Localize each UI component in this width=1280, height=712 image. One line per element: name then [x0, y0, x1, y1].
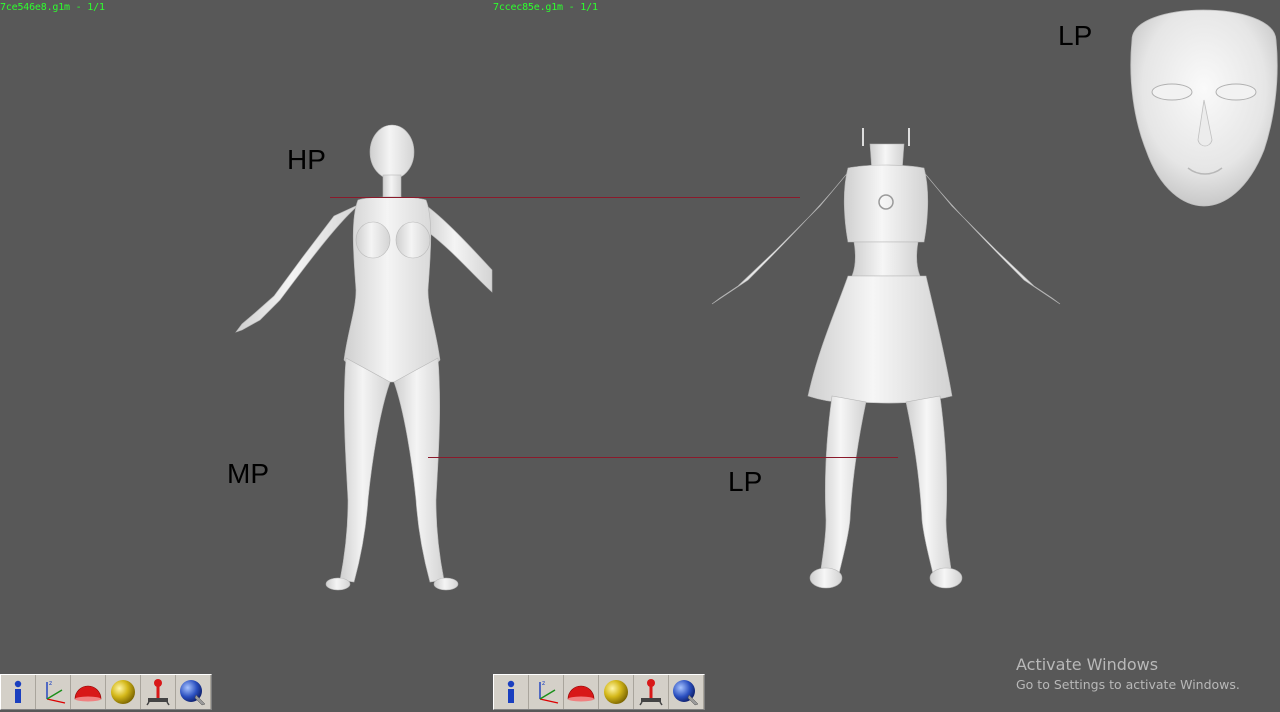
svg-text:z: z [542, 680, 545, 687]
body-model-left[interactable] [230, 120, 500, 600]
sphere-icon [604, 680, 628, 704]
windows-activation-watermark: Activate Windows Go to Settings to activ… [1016, 655, 1240, 695]
knee-guide-line [428, 457, 898, 458]
viewport-right-label: 7ccec85e.g1m - 1/1 [493, 2, 598, 13]
axes-icon: z [539, 680, 559, 704]
hemisphere-button[interactable] [564, 675, 599, 709]
sphere-button[interactable] [599, 675, 634, 709]
joystick-icon [639, 679, 663, 706]
outfit-model-right[interactable] [708, 120, 1068, 600]
mp-label: MP [227, 458, 269, 489]
viewport-right-toolbar: z [493, 674, 705, 710]
rotate-globe-icon [180, 680, 206, 706]
lp-label-top: LP [1058, 20, 1093, 51]
info-button[interactable] [494, 675, 529, 709]
hp-label: HP [287, 144, 326, 175]
info-button[interactable] [1, 675, 36, 709]
rotate-button[interactable] [176, 675, 211, 709]
neck-guide-line [330, 197, 800, 198]
axes-icon: z [46, 680, 66, 704]
viewport-left-label: 7ce546e8.g1m - 1/1 [0, 2, 105, 13]
hemisphere-icon [74, 685, 102, 702]
hemisphere-icon [567, 685, 595, 702]
axes-button[interactable]: z [529, 675, 564, 709]
joystick-button[interactable] [634, 675, 669, 709]
viewport-left-toolbar: z [0, 674, 212, 710]
joystick-icon [146, 679, 170, 706]
info-icon [507, 680, 515, 703]
watermark-subtitle: Go to Settings to activate Windows. [1016, 677, 1240, 692]
hemisphere-button[interactable] [71, 675, 106, 709]
lp-label-bottom: LP [728, 466, 763, 497]
axes-button[interactable]: z [36, 675, 71, 709]
sphere-button[interactable] [106, 675, 141, 709]
rotate-globe-icon [673, 680, 699, 706]
svg-text:z: z [49, 680, 52, 687]
watermark-title: Activate Windows [1016, 655, 1159, 674]
info-icon [14, 680, 22, 703]
rotate-button[interactable] [669, 675, 704, 709]
viewport-left[interactable]: 7ce546e8.g1m - 1/1 HP MP z [0, 0, 493, 712]
joystick-button[interactable] [141, 675, 176, 709]
sphere-icon [111, 680, 135, 704]
head-closeup-model[interactable] [1124, 0, 1280, 210]
